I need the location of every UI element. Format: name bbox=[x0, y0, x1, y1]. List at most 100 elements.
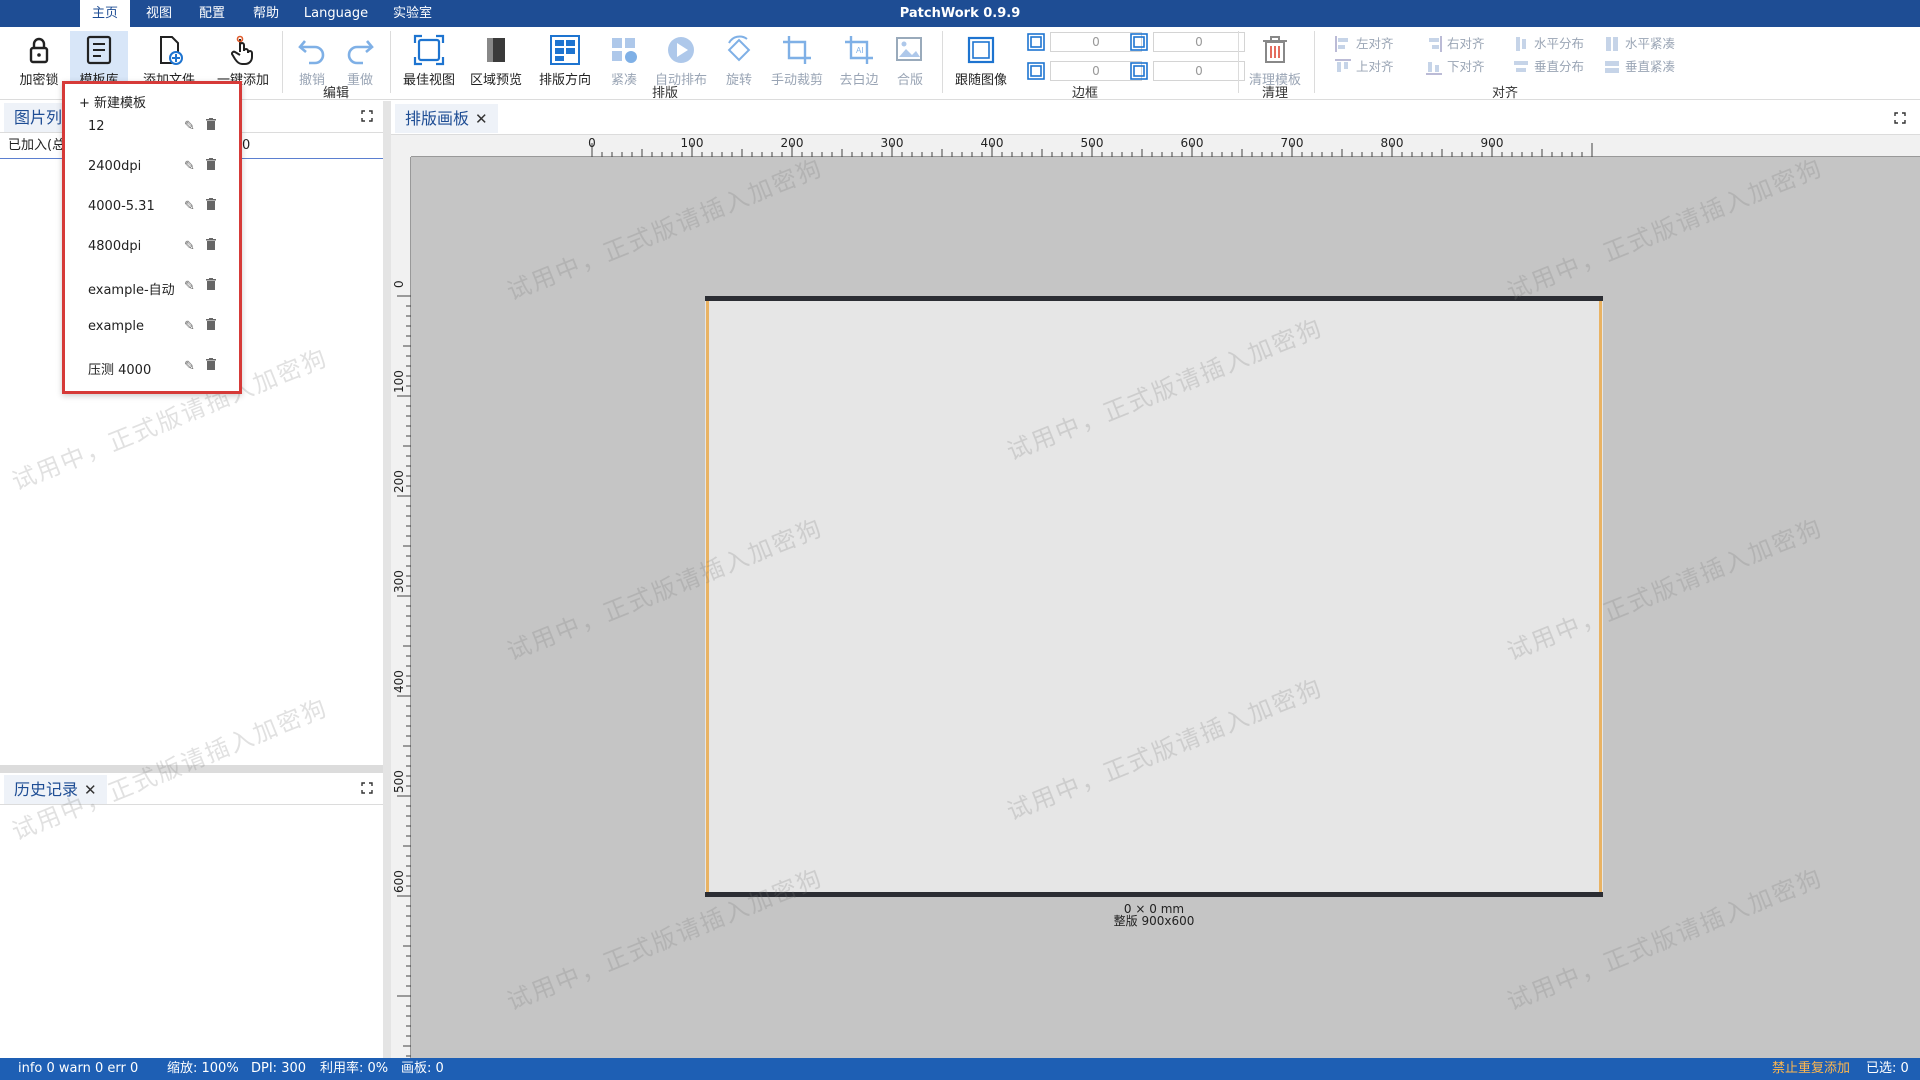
distribute-vertical-button[interactable]: 垂直分布 bbox=[1510, 58, 1584, 76]
edit-icon[interactable]: ✎ bbox=[184, 159, 195, 174]
align-right-label: 右对齐 bbox=[1447, 36, 1485, 51]
edit-icon[interactable]: ✎ bbox=[184, 279, 195, 294]
panel-divider[interactable] bbox=[0, 765, 383, 773]
trash-icon[interactable] bbox=[206, 318, 216, 330]
distribute-horizontal-button[interactable]: 水平分布 bbox=[1510, 35, 1584, 53]
template-item[interactable]: example ✎ bbox=[68, 307, 236, 347]
tab-history[interactable]: 历史记录 ✕ bbox=[4, 775, 107, 804]
edit-icon[interactable]: ✎ bbox=[184, 119, 195, 134]
app-title: PatchWork 0.9.9 bbox=[899, 6, 1021, 21]
ruler-left-label: 500 bbox=[392, 770, 406, 793]
template-item[interactable]: 2400dpi ✎ bbox=[68, 147, 236, 187]
best-view-button[interactable]: 最佳视图 bbox=[400, 31, 458, 91]
ribbon-separator bbox=[282, 31, 283, 93]
layout-canvas[interactable]: 0 100 200 300 400 500 600 700 800 900 0 … bbox=[391, 135, 1920, 1058]
group-layout-label: 排版 bbox=[651, 86, 678, 101]
trim-icon: AI bbox=[845, 36, 873, 64]
template-item[interactable]: 压测 4000 ✎ bbox=[68, 347, 236, 387]
tab-home[interactable]: 主页 bbox=[80, 0, 130, 27]
expand-icon[interactable] bbox=[1894, 112, 1906, 124]
ruler-corner bbox=[391, 135, 411, 157]
template-item[interactable]: 12 ✎ bbox=[68, 107, 236, 147]
tab-help[interactable]: 帮助 bbox=[247, 0, 285, 27]
expand-icon[interactable] bbox=[361, 782, 373, 794]
align-bottom-button[interactable]: 下对齐 bbox=[1423, 58, 1485, 76]
edit-icon[interactable]: ✎ bbox=[184, 319, 195, 334]
border-bottom-input[interactable]: 0 bbox=[1050, 61, 1142, 81]
group-border-label: 边框 bbox=[1071, 86, 1098, 101]
close-icon[interactable]: ✕ bbox=[475, 110, 488, 128]
rotate-button[interactable]: 旋转 bbox=[718, 31, 760, 91]
tab-language[interactable]: Language bbox=[300, 0, 372, 27]
dongle-button[interactable]: 加密锁 bbox=[12, 31, 66, 91]
distribute-horizontal-icon bbox=[1516, 37, 1526, 51]
layout-direction-button[interactable]: 排版方向 bbox=[534, 31, 596, 91]
manual-crop-button[interactable]: 手动裁剪 bbox=[766, 31, 828, 91]
trash-icon[interactable] bbox=[206, 198, 216, 210]
trim-white-button[interactable]: AI 去白边 bbox=[834, 31, 884, 91]
no-duplicate-toggle[interactable]: 禁止重复添加 bbox=[1772, 1058, 1850, 1080]
edit-icon[interactable]: ✎ bbox=[184, 239, 195, 254]
expand-icon[interactable] bbox=[361, 110, 373, 122]
area-preview-label: 区域预览 bbox=[469, 73, 522, 88]
ruler-top-ticks bbox=[591, 143, 1593, 157]
preview-icon bbox=[487, 38, 505, 62]
template-item[interactable]: 4000-5.31 ✎ bbox=[68, 187, 236, 227]
border-top-icon bbox=[1027, 33, 1045, 51]
trash-icon[interactable] bbox=[206, 278, 216, 290]
border-top-input[interactable]: 0 bbox=[1050, 32, 1142, 52]
align-left-button[interactable]: 左对齐 bbox=[1332, 35, 1394, 53]
ribbon-separator bbox=[1314, 31, 1315, 93]
border-left-input[interactable]: 0 bbox=[1153, 61, 1245, 81]
vertical-splitter[interactable] bbox=[383, 101, 391, 1058]
tab-layout-board[interactable]: 排版画板 ✕ bbox=[395, 104, 498, 133]
board-label: 整版 900x600 bbox=[1113, 914, 1195, 928]
template-item[interactable]: example-自动 ✎ bbox=[68, 267, 236, 307]
image-icon bbox=[896, 37, 922, 61]
tab-config[interactable]: 配置 bbox=[193, 0, 231, 27]
edit-icon[interactable]: ✎ bbox=[184, 359, 195, 374]
align-right-button[interactable]: 右对齐 bbox=[1423, 35, 1485, 53]
align-top-button[interactable]: 上对齐 bbox=[1332, 58, 1394, 76]
ruler-left: 0 100 200 300 400 500 600 bbox=[391, 157, 411, 1058]
distribute-vertical-label: 垂直分布 bbox=[1534, 59, 1585, 74]
trash-icon bbox=[1263, 36, 1287, 63]
edit-icon[interactable]: ✎ bbox=[184, 199, 195, 214]
group-edit-label: 编辑 bbox=[322, 86, 349, 101]
area-preview-button[interactable]: 区域预览 bbox=[466, 31, 526, 91]
ruler-top-label: 800 bbox=[1380, 136, 1404, 150]
trash-icon[interactable] bbox=[206, 238, 216, 250]
manual-crop-label: 手动裁剪 bbox=[770, 73, 823, 88]
align-bottom-label: 下对齐 bbox=[1447, 59, 1485, 74]
follow-image-button[interactable]: 跟随图像 bbox=[950, 31, 1012, 91]
tab-lab[interactable]: 实验室 bbox=[385, 0, 440, 27]
template-item-name: 12 bbox=[88, 119, 105, 134]
trash-icon[interactable] bbox=[206, 118, 216, 130]
align-top-label: 上对齐 bbox=[1356, 59, 1394, 74]
trash-icon[interactable] bbox=[206, 158, 216, 170]
border-right-input[interactable]: 0 bbox=[1153, 32, 1245, 52]
trim-white-label: 去白边 bbox=[839, 73, 879, 88]
template-item[interactable]: 4800dpi ✎ bbox=[68, 227, 236, 267]
log-counts[interactable]: info 0 warn 0 err 0 bbox=[18, 1058, 138, 1080]
align-left-label: 左对齐 bbox=[1356, 36, 1394, 51]
template-item-name: 2400dpi bbox=[88, 159, 142, 174]
merge-button[interactable]: 合版 bbox=[888, 31, 932, 91]
compact-horizontal-button[interactable]: 水平紧凑 bbox=[1601, 35, 1675, 53]
align-left-icon bbox=[1335, 36, 1348, 52]
board-right-edge bbox=[1599, 301, 1602, 892]
compact-vertical-button[interactable]: 垂直紧凑 bbox=[1601, 58, 1675, 76]
tab-view[interactable]: 视图 bbox=[140, 0, 178, 27]
layout-board[interactable] bbox=[705, 296, 1603, 894]
ruler-left-label: 400 bbox=[392, 670, 406, 693]
ruler-top-label: 700 bbox=[1280, 136, 1304, 150]
board-top-edge bbox=[705, 296, 1603, 301]
play-icon bbox=[668, 37, 694, 63]
layout-board-title: 排版画板 bbox=[405, 109, 470, 128]
compact-horizontal-icon bbox=[1606, 37, 1618, 51]
layout-grid-icon bbox=[550, 35, 580, 65]
trash-icon[interactable] bbox=[206, 358, 216, 370]
close-icon[interactable]: ✕ bbox=[84, 781, 97, 799]
ruler-top-label: 600 bbox=[1180, 136, 1204, 150]
border-left-icon bbox=[1130, 62, 1148, 80]
